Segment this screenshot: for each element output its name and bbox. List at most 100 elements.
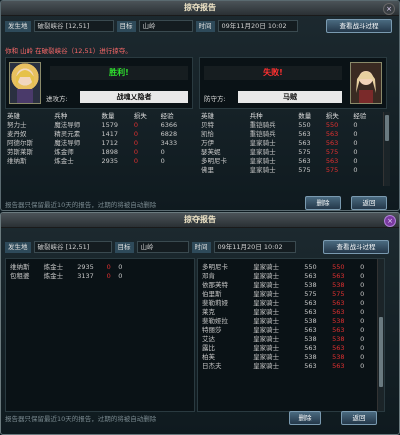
troop-loss: 575 — [325, 166, 339, 174]
origin-value: 破裂峡谷 [12,51] — [33, 20, 114, 32]
time-label: 时间 — [195, 20, 215, 32]
close-icon[interactable]: × — [383, 3, 395, 15]
troop-count: 538 — [304, 317, 317, 325]
hero-name: 依那芙特 — [202, 281, 228, 289]
col-count: 数量 — [298, 112, 312, 120]
unit-type: 皇家骑士 — [253, 308, 280, 316]
close-icon[interactable]: × — [384, 215, 396, 227]
experience: 0 — [160, 148, 165, 156]
hero-name: 万伊 — [201, 139, 214, 147]
hero-name: 维纳斯 — [7, 157, 27, 165]
delete-button[interactable]: 删除 — [305, 196, 341, 210]
unit-type: 炼金士 — [54, 157, 74, 165]
troop-count: 563 — [304, 308, 317, 316]
hero-name: 邓肯 — [202, 272, 215, 280]
experience: 0 — [353, 139, 358, 147]
experience: 0 — [353, 166, 358, 174]
unit-type: 重铠骑兵 — [249, 121, 276, 129]
hero-name: 劳斯莱斯 — [7, 148, 33, 156]
unit-type: 重铠骑兵 — [249, 130, 276, 138]
table-row: 包租婆 炼金士 3137 0 0 — [8, 272, 128, 281]
table-row: 多明尼卡 皇家骑士 563 563 0 — [199, 157, 379, 166]
hero-name: 维纳斯 — [10, 263, 30, 271]
back-button[interactable]: 返回 — [341, 411, 377, 425]
defender-troop-table: 英雄 兵种 数量 损失 经验 贝特 重铠骑兵 550 550 0 凯恰 重铠骑兵 563 563… — [199, 112, 379, 175]
troop-loss: 538 — [332, 317, 345, 325]
target-value: 山岭 — [138, 20, 193, 32]
troop-count: 550 — [304, 263, 317, 271]
hero-name: 贝特 — [201, 121, 214, 129]
table-row: 维纳斯 炼金士 2935 0 0 — [5, 157, 191, 166]
troop-count: 575 — [304, 290, 317, 298]
col-exp: 经验 — [160, 112, 174, 120]
experience: 0 — [360, 344, 365, 352]
troop-loss: 538 — [332, 281, 345, 289]
experience: 0 — [360, 263, 365, 271]
troop-count: 2935 — [77, 263, 94, 271]
scroll-thumb[interactable] — [379, 317, 383, 387]
hero-name: 斐勒莉娅 — [202, 299, 228, 307]
table-row: 麦丹奴 精灵元素 1417 0 6828 — [5, 130, 191, 139]
view-battle-button[interactable]: 查看战斗过程 — [326, 19, 392, 33]
table-row: 柏芙 皇家骑士 538 538 0 — [200, 353, 372, 362]
defender-name: 马贼 — [238, 91, 342, 103]
defender-list-panel: 多明尼卡 皇家骑士 550 550 0 邓肯 皇家骑士 563 563 0 依那芙特 皇家骑士 538 5… — [197, 258, 385, 412]
delete-button[interactable]: 删除 — [289, 411, 321, 425]
troop-loss: 550 — [332, 263, 345, 271]
scroll-thumb[interactable] — [385, 115, 389, 141]
experience: 0 — [160, 157, 165, 165]
unit-type: 皇家骑士 — [253, 353, 280, 361]
experience: 6828 — [160, 130, 178, 138]
hero-name: 阿德尔斯 — [7, 139, 33, 147]
hero-name: 露比 — [202, 344, 215, 352]
troop-loss: 0 — [133, 157, 138, 165]
troop-loss: 563 — [332, 326, 345, 334]
report-window-top: 掠夺报告 × 发生地 破裂峡谷 [12,51] 目标 山岭 时间 09年11月2… — [0, 0, 400, 211]
table-row: 万伊 皇家骑士 563 563 0 — [199, 139, 379, 148]
col-exp: 经验 — [353, 112, 367, 120]
table-row: 多明尼卡 皇家骑士 550 550 0 — [200, 263, 372, 272]
troop-loss: 0 — [133, 139, 138, 147]
experience: 0 — [360, 362, 365, 370]
table-row: 依那芙特 皇家骑士 538 538 0 — [200, 281, 372, 290]
experience — [159, 166, 191, 175]
attacker-portrait — [9, 62, 41, 104]
table-row: 佛里 皇家骑士 575 575 0 — [199, 166, 379, 175]
unit-type: 皇家骑士 — [253, 272, 280, 280]
troop-count: 563 — [304, 299, 317, 307]
troop-loss: 563 — [325, 157, 339, 165]
table-row: 莱克 皇家骑士 563 563 0 — [200, 308, 372, 317]
troop-count — [100, 166, 132, 175]
troop-loss: 563 — [332, 362, 345, 370]
table-row: 努力士 魔法导师 1579 0 6366 — [5, 121, 191, 130]
view-battle-button[interactable]: 查看战斗过程 — [323, 240, 389, 254]
unit-type: 皇家骑士 — [253, 326, 280, 334]
experience: 0 — [360, 281, 365, 289]
origin-label: 发生地 — [5, 241, 31, 253]
troop-loss: 538 — [332, 353, 345, 361]
back-button[interactable]: 返回 — [351, 196, 387, 210]
troop-count: 538 — [304, 335, 317, 343]
experience: 0 — [353, 148, 358, 156]
unit-type: 皇家骑士 — [249, 139, 276, 147]
experience: 0 — [360, 272, 365, 280]
table-row: 特丽莎 皇家骑士 563 563 0 — [200, 326, 372, 335]
unit-type: 炼金师 — [54, 148, 74, 156]
troop-count: 563 — [304, 344, 317, 352]
troop-loss: 563 — [325, 130, 339, 138]
unit-type: 皇家骑士 — [253, 317, 280, 325]
troop-count: 538 — [304, 353, 317, 361]
unit-type: 皇家骑士 — [253, 344, 280, 352]
unit-type: 皇家骑士 — [249, 157, 276, 165]
scrollbar[interactable] — [377, 259, 384, 411]
troop-loss: 563 — [332, 299, 345, 307]
attacker-name: 战魂乂隐者 — [80, 91, 188, 103]
troop-loss: 538 — [332, 335, 345, 343]
hero-name: 伯里斯 — [202, 290, 222, 298]
troop-count: 563 — [304, 272, 317, 280]
experience: 0 — [360, 308, 365, 316]
defender-portrait — [350, 62, 382, 104]
scrollbar[interactable] — [383, 112, 390, 186]
attacker-troop-table: 英雄 兵种 数量 损失 经验 努力士 魔法导师 1579 0 6366 麦丹奴 精灵元素 14… — [5, 112, 191, 175]
table-row: 瑟芙妮 皇家骑士 575 575 0 — [199, 148, 379, 157]
